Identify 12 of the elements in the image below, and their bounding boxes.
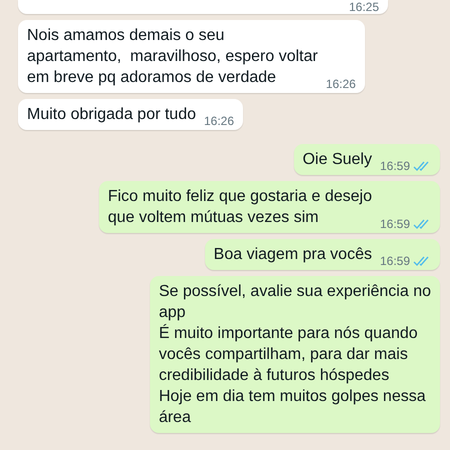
message-text: Nois amamos demais o seu apartamento, maravilhoso, espero voltar em breve pq adoramos de verdade: [27, 26, 318, 88]
message-time: 16:26: [204, 114, 234, 128]
message-time: 16:59: [380, 254, 410, 268]
message-text: Boa viagem pra vocês: [214, 245, 372, 265]
message-text: Muito obrigada por tudo: [27, 105, 196, 125]
message-text: Oie Suely: [302, 150, 372, 170]
message-text: Se possível, avalie sua experiência no app É muito importante para nós quando vocês compartilham, para dar mais credibilidade à futuros hóspedes Hoje em dia tem muitos golpes nessa área: [158, 282, 431, 428]
message-time: 16:59: [380, 159, 410, 173]
message-text: Fico muito feliz que gostaria e desejo que voltem mútuas vezes sim: [108, 187, 372, 228]
message-time: 16:25: [348, 0, 379, 14]
message-time: 16:59: [380, 217, 410, 231]
message-time: 16:26: [326, 77, 356, 91]
